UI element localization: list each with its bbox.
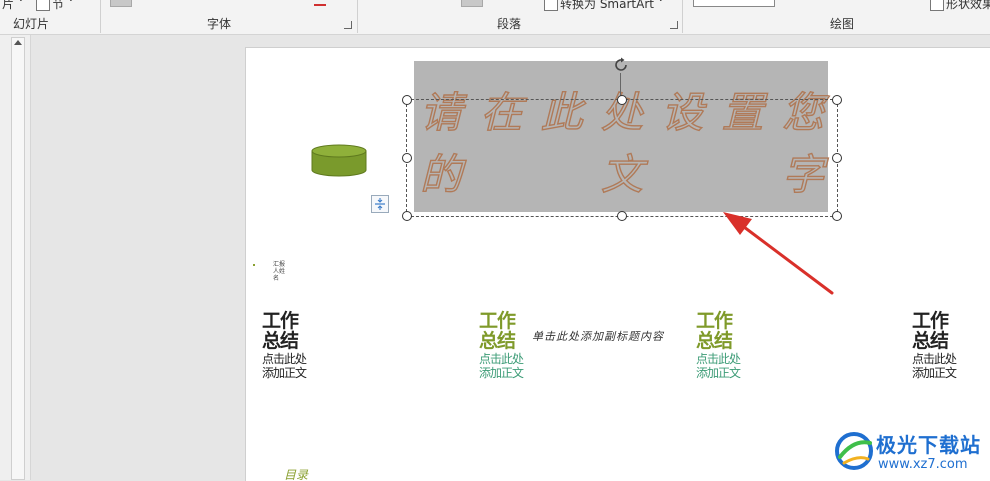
card-title: 总结	[912, 330, 949, 352]
resize-handle-bottom[interactable]	[617, 211, 627, 221]
smartart-icon	[544, 0, 558, 11]
summary-card[interactable]: 工作 总结 点击此处 添加正文	[479, 311, 539, 379]
bullet-dot	[253, 264, 255, 266]
card-title: 工作	[262, 310, 299, 332]
watermark-name: 极光下载站	[876, 433, 981, 457]
paragraph-box-button[interactable]	[461, 0, 483, 7]
card-body: 点击此处	[262, 352, 307, 366]
resize-handle-bottom-right[interactable]	[832, 211, 842, 221]
group-label-slides: 幻灯片	[13, 17, 50, 31]
summary-card[interactable]: 工作 总结 点击此处 添加正文	[696, 311, 756, 379]
section-icon	[36, 0, 50, 11]
font-color-button[interactable]	[314, 0, 326, 6]
dropdown-arrow-icon[interactable]: ˅	[895, 0, 901, 9]
cylinder-shape[interactable]	[311, 144, 367, 178]
resize-handle-top[interactable]	[617, 95, 627, 105]
ribbon-separator	[357, 0, 358, 33]
card-body: 点击此处	[912, 352, 957, 366]
group-label-font: 字体	[207, 17, 232, 31]
selection-frame[interactable]	[406, 99, 838, 217]
slide-canvas[interactable]: 请 在 此 处 设 置 您 的 文 字 汇报人姓名 工作 总结 点击此处 添加正…	[245, 47, 990, 481]
dialog-launcher-icon[interactable]	[670, 21, 678, 29]
resize-handle-right[interactable]	[832, 153, 842, 163]
watermark-logo-icon	[835, 432, 873, 470]
card-title: 工作	[912, 310, 949, 332]
shapes-gallery[interactable]	[693, 0, 775, 7]
shape-effects-icon	[930, 0, 944, 11]
scroll-up-arrow-icon[interactable]	[14, 40, 22, 45]
card-body: 点击此处	[696, 352, 741, 366]
summary-card[interactable]: 工作 总结 点击此处 添加正文	[912, 311, 972, 379]
group-label-drawing: 绘图	[830, 17, 855, 31]
scrollbar[interactable]	[11, 37, 25, 480]
card-body: 添加正文	[912, 366, 957, 380]
resize-handle-top-left[interactable]	[402, 95, 412, 105]
resize-handle-left[interactable]	[402, 153, 412, 163]
card-title: 工作	[479, 310, 516, 332]
group-label-paragraph: 段落	[497, 17, 522, 31]
dialog-launcher-icon[interactable]	[344, 21, 352, 29]
resize-handle-top-right[interactable]	[832, 95, 842, 105]
card-title: 总结	[479, 330, 516, 352]
card-body: 添加正文	[479, 366, 524, 380]
card-body: 点击此处	[479, 352, 524, 366]
shape-effects-button[interactable]: 形状效果	[930, 0, 990, 12]
section-button[interactable]: 节 ˅	[36, 0, 74, 12]
watermark: 极光下载站 www.xz7.com	[832, 425, 990, 480]
card-title: 总结	[262, 330, 299, 352]
subtitle-placeholder[interactable]: 单击此处添加副标题内容	[532, 328, 664, 344]
rotate-icon[interactable]	[613, 57, 629, 73]
card-title: 总结	[696, 330, 733, 352]
layout-options-icon[interactable]	[371, 195, 389, 213]
ribbon-separator	[100, 0, 101, 33]
card-body: 添加正文	[696, 366, 741, 380]
presenter-name: 汇报人姓名	[273, 261, 286, 282]
convert-smartart-button[interactable]: 转换为 SmartArt ˅	[544, 0, 664, 12]
ribbon-separator	[682, 0, 683, 33]
ribbon: 片 ˅ 节 ˅ 转换为 SmartArt ˅ ˅ 形状效果 幻灯片 字体 段落 …	[0, 0, 990, 35]
catalog-heading[interactable]: 目录	[284, 466, 308, 481]
slide-layout-button[interactable]: 片 ˅	[2, 0, 24, 12]
resize-handle-bottom-left[interactable]	[402, 211, 412, 221]
card-body: 添加正文	[262, 366, 307, 380]
card-title: 工作	[696, 310, 733, 332]
watermark-url: www.xz7.com	[878, 457, 968, 472]
font-box-button[interactable]	[110, 0, 132, 7]
summary-card[interactable]: 工作 总结 点击此处 添加正文	[262, 311, 322, 379]
